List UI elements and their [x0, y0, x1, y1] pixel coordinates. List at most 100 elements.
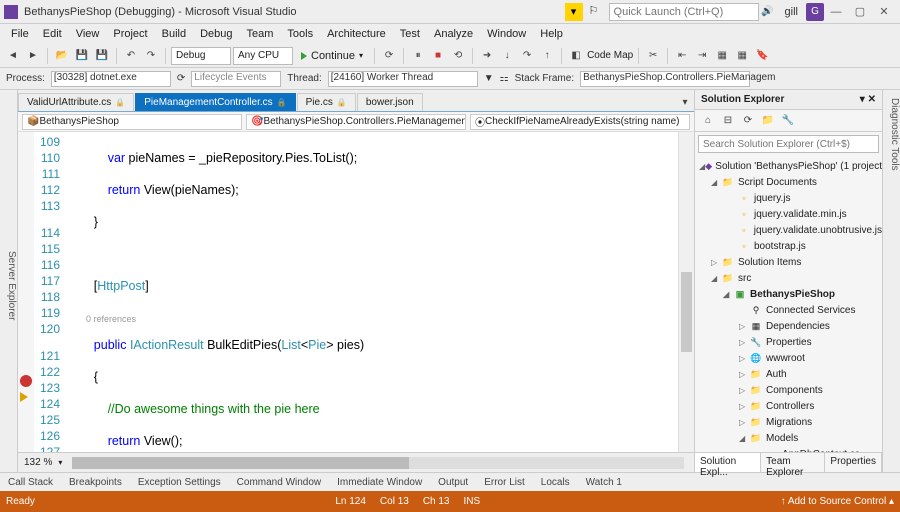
tab-immediate[interactable]: Immediate Window — [329, 475, 430, 490]
editor-area: ValidUrlAttribute.cs🔒 PieManagementContr… — [18, 90, 694, 472]
nav-project[interactable]: 📦 BethanysPieShop — [22, 114, 242, 130]
tab-piemgmt[interactable]: PieManagementController.cs🔒 — [135, 93, 295, 111]
code-editor[interactable]: 109110111 112113 114115116 117118119 120… — [18, 132, 694, 452]
breakpoint-icon[interactable] — [20, 375, 32, 387]
tab-watch[interactable]: Watch 1 — [578, 475, 630, 490]
menu-build[interactable]: Build — [155, 26, 193, 42]
lock-icon: 🔒 — [277, 98, 287, 107]
showall-icon[interactable]: 📁 — [759, 112, 777, 130]
outdent-icon[interactable]: ⇥ — [693, 47, 711, 65]
platform-select[interactable]: Any CPU — [233, 47, 293, 65]
user-avatar[interactable]: G — [806, 3, 824, 21]
menu-architecture[interactable]: Architecture — [320, 26, 393, 42]
minimize-button[interactable]: — — [824, 2, 848, 22]
uncomment-icon[interactable]: ▦ — [733, 47, 751, 65]
menu-analyze[interactable]: Analyze — [427, 26, 480, 42]
nav-member[interactable]: ⦿ CheckIfPieNameAlreadyExists(string nam… — [470, 114, 690, 130]
close-panel-icon[interactable]: ✕ — [868, 94, 876, 105]
solution-tree[interactable]: ◢◆Solution 'BethanysPieShop' (1 project … — [695, 156, 882, 452]
tab-exceptions[interactable]: Exception Settings — [130, 475, 229, 490]
code-content[interactable]: var pieNames = _pieRepository.Pies.ToLis… — [66, 132, 694, 452]
tab-props[interactable]: Properties — [825, 453, 882, 472]
refresh-icon[interactable]: ⟳ — [739, 112, 757, 130]
tab-solution[interactable]: Solution Expl... — [695, 453, 761, 472]
properties-icon[interactable]: 🔧 — [779, 112, 797, 130]
comment-icon[interactable]: ▦ — [713, 47, 731, 65]
stop-icon[interactable]: ■ — [429, 47, 447, 65]
bookmark-icon[interactable]: 🔖 — [753, 47, 771, 65]
tab-errorlist[interactable]: Error List — [476, 475, 533, 490]
step-into-icon[interactable]: ↓ — [498, 47, 516, 65]
notification-badge[interactable]: ▾ — [565, 3, 583, 21]
config-select[interactable]: Debug — [171, 47, 231, 65]
step-out-icon[interactable]: ↑ — [538, 47, 556, 65]
restart-icon[interactable]: ⟲ — [449, 47, 467, 65]
codemap-label[interactable]: Code Map — [587, 50, 633, 61]
menu-project[interactable]: Project — [106, 26, 154, 42]
vertical-scrollbar[interactable] — [678, 132, 694, 452]
tabmenu-icon[interactable]: ▾ — [676, 93, 694, 111]
filter-icon[interactable]: ▼ — [484, 73, 494, 84]
next-stmt-icon[interactable]: ➜ — [478, 47, 496, 65]
tab-command[interactable]: Command Window — [229, 475, 329, 490]
saveall-icon[interactable]: 💾 — [93, 47, 111, 65]
menu-file[interactable]: File — [4, 26, 36, 42]
process-select[interactable]: [30328] dotnet.exe — [51, 71, 171, 87]
pause-icon[interactable]: ⏸ — [409, 47, 427, 65]
tab-team[interactable]: Team Explorer — [761, 453, 825, 472]
solution-search-input[interactable] — [698, 135, 879, 153]
nav-fwd-icon[interactable]: ► — [24, 47, 42, 65]
nav-back-icon[interactable]: ◄ — [4, 47, 22, 65]
tab-output[interactable]: Output — [430, 475, 476, 490]
continue-button[interactable]: Continue▾ — [295, 46, 369, 66]
codemap-icon[interactable]: ◧ — [567, 47, 585, 65]
menu-edit[interactable]: Edit — [36, 26, 69, 42]
menu-debug[interactable]: Debug — [193, 26, 239, 42]
undo-icon[interactable]: ↶ — [122, 47, 140, 65]
menu-tools[interactable]: Tools — [280, 26, 320, 42]
tab-locals[interactable]: Locals — [533, 475, 578, 490]
user-name[interactable]: gill — [785, 6, 798, 18]
breakpoint-margin[interactable] — [18, 132, 34, 452]
collapse-icon[interactable]: ⊟ — [719, 112, 737, 130]
menu-test[interactable]: Test — [393, 26, 427, 42]
menu-team[interactable]: Team — [240, 26, 281, 42]
save-icon[interactable]: 💾 — [73, 47, 91, 65]
tab-pie[interactable]: Pie.cs🔒 — [297, 93, 356, 111]
tab-breakpoints[interactable]: Breakpoints — [61, 475, 130, 490]
redo-icon[interactable]: ↷ — [142, 47, 160, 65]
feedback-icon[interactable]: ⚐ — [589, 4, 605, 20]
tool-icon[interactable]: ✂ — [644, 47, 662, 65]
status-ins: INS — [464, 496, 481, 507]
thread-icon[interactable]: ⚏ — [500, 73, 509, 84]
sound-icon[interactable]: 🔊 — [759, 3, 777, 21]
home-icon[interactable]: ⌂ — [699, 112, 717, 130]
lifecycle-select[interactable]: Lifecycle Events — [191, 71, 281, 87]
lifecycle-icon[interactable]: ⟳ — [177, 73, 185, 84]
open-icon[interactable]: 📂 — [53, 47, 71, 65]
tab-bower[interactable]: bower.json — [357, 93, 423, 111]
zoom-level[interactable]: 132 % — [24, 457, 52, 468]
browser-refresh-icon[interactable]: ⟳ — [380, 47, 398, 65]
tab-callstack[interactable]: Call Stack — [0, 475, 61, 490]
vs-logo-icon — [4, 5, 18, 19]
source-control-button[interactable]: ↑ Add to Source Control ▴ — [781, 496, 894, 507]
diagnostic-tools-tab[interactable]: Diagnostic Tools — [882, 90, 900, 472]
server-explorer-tab[interactable]: Server Explorer — [0, 90, 18, 472]
menu-view[interactable]: View — [69, 26, 107, 42]
menu-window[interactable]: Window — [480, 26, 533, 42]
pin-icon[interactable]: ▾ — [860, 94, 865, 105]
close-button[interactable]: ✕ — [872, 2, 896, 22]
thread-select[interactable]: [24160] Worker Thread — [328, 71, 478, 87]
quick-launch-input[interactable] — [609, 3, 759, 21]
solution-explorer: Solution Explorer ▾ ✕ ⌂ ⊟ ⟳ 📁 🔧 ◢◆Soluti… — [694, 90, 882, 472]
nav-class[interactable]: 🎯 BethanysPieShop.Controllers.PieManagem… — [246, 114, 466, 130]
maximize-button[interactable]: ▢ — [848, 2, 872, 22]
stack-select[interactable]: BethanysPieShop.Controllers.PieManagem — [580, 71, 750, 87]
indent-icon[interactable]: ⇤ — [673, 47, 691, 65]
horizontal-scrollbar[interactable] — [72, 457, 684, 469]
tab-validurl[interactable]: ValidUrlAttribute.cs🔒 — [18, 93, 134, 111]
status-ready: Ready — [6, 496, 35, 507]
menu-help[interactable]: Help — [533, 26, 570, 42]
step-over-icon[interactable]: ↷ — [518, 47, 536, 65]
